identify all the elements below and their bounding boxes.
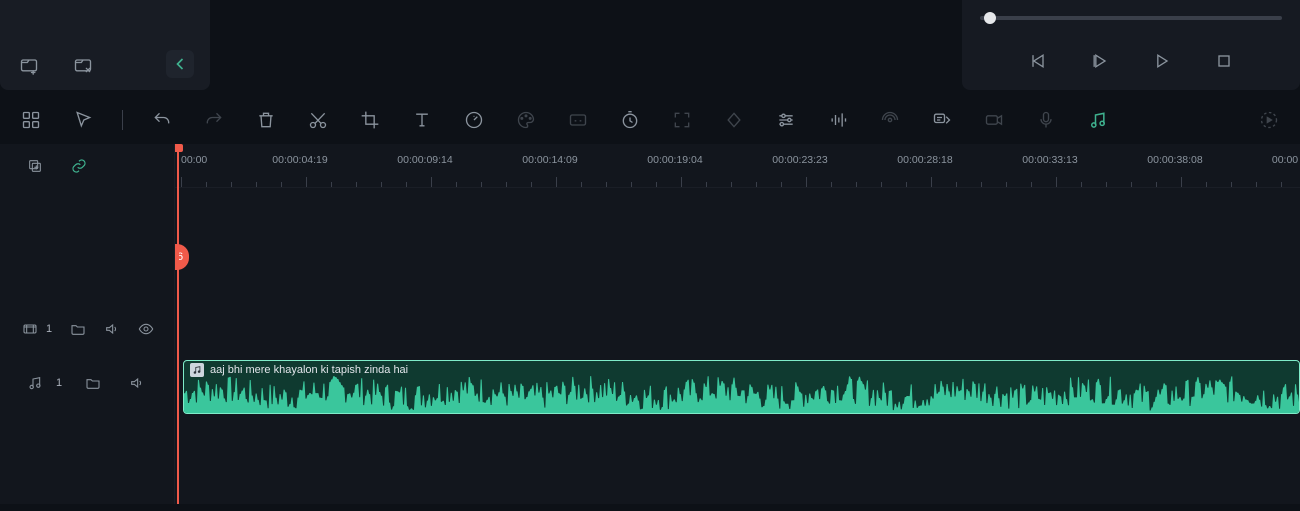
timecode-label: 00:00:14:09 bbox=[522, 154, 577, 166]
stop-button[interactable] bbox=[1211, 48, 1237, 74]
link-icon[interactable] bbox=[66, 153, 92, 179]
crop-icon[interactable] bbox=[357, 107, 383, 133]
timecode-label: 00:00:04:19 bbox=[272, 154, 327, 166]
track-folder-icon[interactable] bbox=[70, 316, 86, 342]
remove-folder-icon[interactable] bbox=[70, 52, 96, 78]
keyframe-icon[interactable] bbox=[721, 107, 747, 133]
layout-grid-icon[interactable] bbox=[18, 107, 44, 133]
music-note-icon bbox=[190, 363, 204, 377]
record-icon[interactable] bbox=[981, 107, 1007, 133]
track-mute-icon[interactable] bbox=[124, 370, 150, 396]
voice-icon[interactable] bbox=[1033, 107, 1059, 133]
timecode-label: 00:00:19:04 bbox=[647, 154, 702, 166]
timecode-label: 00:00:09:14 bbox=[397, 154, 452, 166]
timeline-ruler[interactable]: 00:00 00:00:04:19 00:00:09:14 00:00:14:09 00… bbox=[175, 144, 1300, 188]
preview-empty-area bbox=[210, 0, 962, 90]
audio-clip-title: aaj bhi mere khayalon ki tapish zinda ha… bbox=[210, 364, 408, 376]
equalizer-icon[interactable] bbox=[825, 107, 851, 133]
prev-frame-button[interactable] bbox=[1025, 48, 1051, 74]
cut-icon[interactable] bbox=[305, 107, 331, 133]
delete-icon[interactable] bbox=[253, 107, 279, 133]
video-track-index: 1 bbox=[46, 323, 52, 335]
redo-icon[interactable] bbox=[201, 107, 227, 133]
preview-controls-panel bbox=[962, 0, 1300, 90]
collapse-panel-button[interactable] bbox=[166, 50, 194, 78]
progress-handle-icon[interactable] bbox=[984, 12, 996, 24]
undo-icon[interactable] bbox=[149, 107, 175, 133]
playhead[interactable] bbox=[177, 144, 179, 504]
timecode-label: 00:00:33:13 bbox=[1022, 154, 1077, 166]
audio-track-index: 1 bbox=[56, 377, 62, 389]
add-folder-icon[interactable] bbox=[16, 52, 42, 78]
add-track-icon[interactable] bbox=[22, 153, 48, 179]
track-folder-icon[interactable] bbox=[80, 370, 106, 396]
timer-icon[interactable] bbox=[617, 107, 643, 133]
video-track-lane[interactable] bbox=[175, 302, 1300, 356]
timeline-toolbar bbox=[0, 96, 1300, 144]
video-track-icon bbox=[22, 316, 38, 342]
text-icon[interactable] bbox=[409, 107, 435, 133]
adjust-icon[interactable] bbox=[773, 107, 799, 133]
tracks-area[interactable]: 00:00 00:00:04:19 00:00:09:14 00:00:14:09 00… bbox=[175, 144, 1300, 504]
audio-track-icon bbox=[22, 370, 48, 396]
timecode-label: 00:00 bbox=[181, 154, 207, 166]
play-button[interactable] bbox=[1087, 48, 1113, 74]
timecode-label: 00:00:28:18 bbox=[897, 154, 952, 166]
caption-icon[interactable] bbox=[565, 107, 591, 133]
speech-to-text-icon[interactable] bbox=[929, 107, 955, 133]
track-mute-icon[interactable] bbox=[104, 316, 120, 342]
media-library-panel bbox=[0, 0, 210, 90]
render-icon[interactable] bbox=[1256, 107, 1282, 133]
track-headers-panel: 1 1 bbox=[0, 144, 175, 504]
music-beat-icon[interactable] bbox=[1085, 107, 1111, 133]
timeline: 1 1 00:00 00:00:04:19 00:00:09:14 00:00:14:… bbox=[0, 144, 1300, 504]
audio-track-header: 1 bbox=[0, 356, 174, 410]
track-visibility-icon[interactable] bbox=[138, 316, 154, 342]
video-track-header: 1 bbox=[0, 302, 174, 356]
timecode-label: 00:00:38:08 bbox=[1147, 154, 1202, 166]
speed-icon[interactable] bbox=[461, 107, 487, 133]
denoise-icon[interactable] bbox=[877, 107, 903, 133]
timecode-label: 00:00 bbox=[1272, 154, 1298, 166]
timecode-label: 00:00:23:23 bbox=[772, 154, 827, 166]
expand-icon[interactable] bbox=[669, 107, 695, 133]
preview-progress-slider[interactable] bbox=[980, 16, 1282, 20]
audio-clip[interactable]: aaj bhi mere khayalon ki tapish zinda ha… bbox=[183, 360, 1300, 414]
next-frame-button[interactable] bbox=[1149, 48, 1175, 74]
toolbar-separator bbox=[122, 110, 123, 130]
color-icon[interactable] bbox=[513, 107, 539, 133]
cursor-icon[interactable] bbox=[70, 107, 96, 133]
